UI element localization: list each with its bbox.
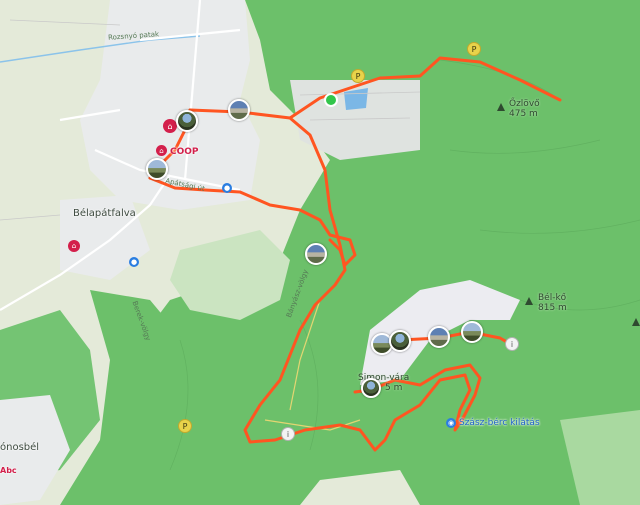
peak-name: Őzlövő [509, 99, 540, 109]
peak-elevation: 815 m [538, 303, 567, 313]
parking-icon[interactable]: P [467, 42, 481, 56]
village-label: ónosbél [0, 442, 40, 453]
water-icon[interactable]: ● [129, 257, 139, 267]
info-icon[interactable]: i [505, 337, 519, 351]
photo-thumbnail[interactable] [461, 321, 483, 343]
peak-elevation: 475 m [509, 109, 538, 119]
peak-icon [497, 103, 505, 111]
parking-icon[interactable]: P [178, 419, 192, 433]
shop-icon[interactable]: ⌂ [163, 119, 177, 133]
peak-name: Bél-kő [538, 293, 567, 303]
castle-elev-label: 5 m [385, 383, 403, 393]
photo-thumbnail[interactable] [428, 326, 450, 348]
photo-thumbnail[interactable] [305, 243, 327, 265]
viewpoint-label: Szász-bérc kilátás [459, 418, 540, 428]
coop-label: COOP [170, 147, 199, 157]
viewpoint-icon[interactable]: ◉ [446, 418, 456, 428]
photo-thumbnail[interactable] [389, 330, 411, 352]
peak-icon [525, 297, 533, 305]
peak-label-ozlovo: Őzlövő 475 m [509, 99, 540, 119]
abc-shop-label: Abc [0, 466, 17, 475]
photo-thumbnail[interactable] [146, 158, 168, 180]
photo-thumbnail[interactable] [228, 99, 250, 121]
water-icon[interactable]: ● [222, 183, 232, 193]
photo-thumbnail[interactable] [361, 378, 381, 398]
peak-label-belko: Bél-kő 815 m [538, 293, 567, 313]
map-canvas[interactable]: Bélapátfalva ónosbél Abc Rozsnyó patak A… [0, 0, 640, 505]
parking-icon[interactable]: P [351, 69, 365, 83]
info-icon[interactable]: i [281, 427, 295, 441]
peak-icon [632, 318, 640, 326]
start-point-icon[interactable] [324, 93, 338, 107]
shop-icon[interactable]: ⌂ [156, 145, 167, 156]
shop-icon[interactable]: ⌂ [68, 240, 80, 252]
town-label: Bélapátfalva [73, 208, 136, 219]
photo-thumbnail[interactable] [176, 110, 198, 132]
